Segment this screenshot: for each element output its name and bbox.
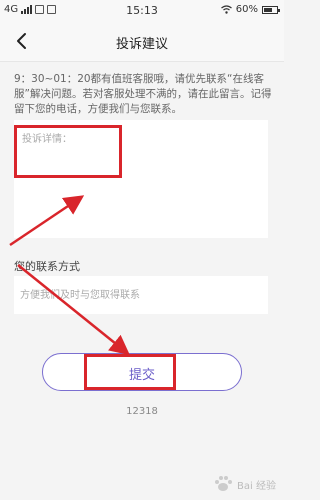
battery-icon <box>262 5 280 14</box>
status-right: 60% <box>220 4 280 15</box>
hotline-number: 12318 <box>126 406 158 417</box>
notice-text: 9：30~01：20都有值班客服哦，请优先联系“在线客服”解决问题。若对客服处理… <box>14 73 272 115</box>
baidu-paw-icon <box>215 476 233 491</box>
status-bar: 4G 15:13 60% <box>0 0 284 20</box>
watermark-text: Bai 经验 <box>237 480 276 492</box>
annotation-highlight-detail <box>14 125 122 178</box>
contact-field-container <box>14 276 268 314</box>
nav-bar: 投诉建议 <box>0 20 284 62</box>
contact-input[interactable] <box>14 276 268 314</box>
page-title: 投诉建议 <box>115 37 168 52</box>
wifi-icon <box>220 5 232 14</box>
annotation-highlight-submit <box>84 354 176 390</box>
watermark: Bai 经验 <box>213 474 276 494</box>
battery-percent: 60% <box>235 4 258 15</box>
contact-label: 您的联系方式 <box>14 260 80 273</box>
